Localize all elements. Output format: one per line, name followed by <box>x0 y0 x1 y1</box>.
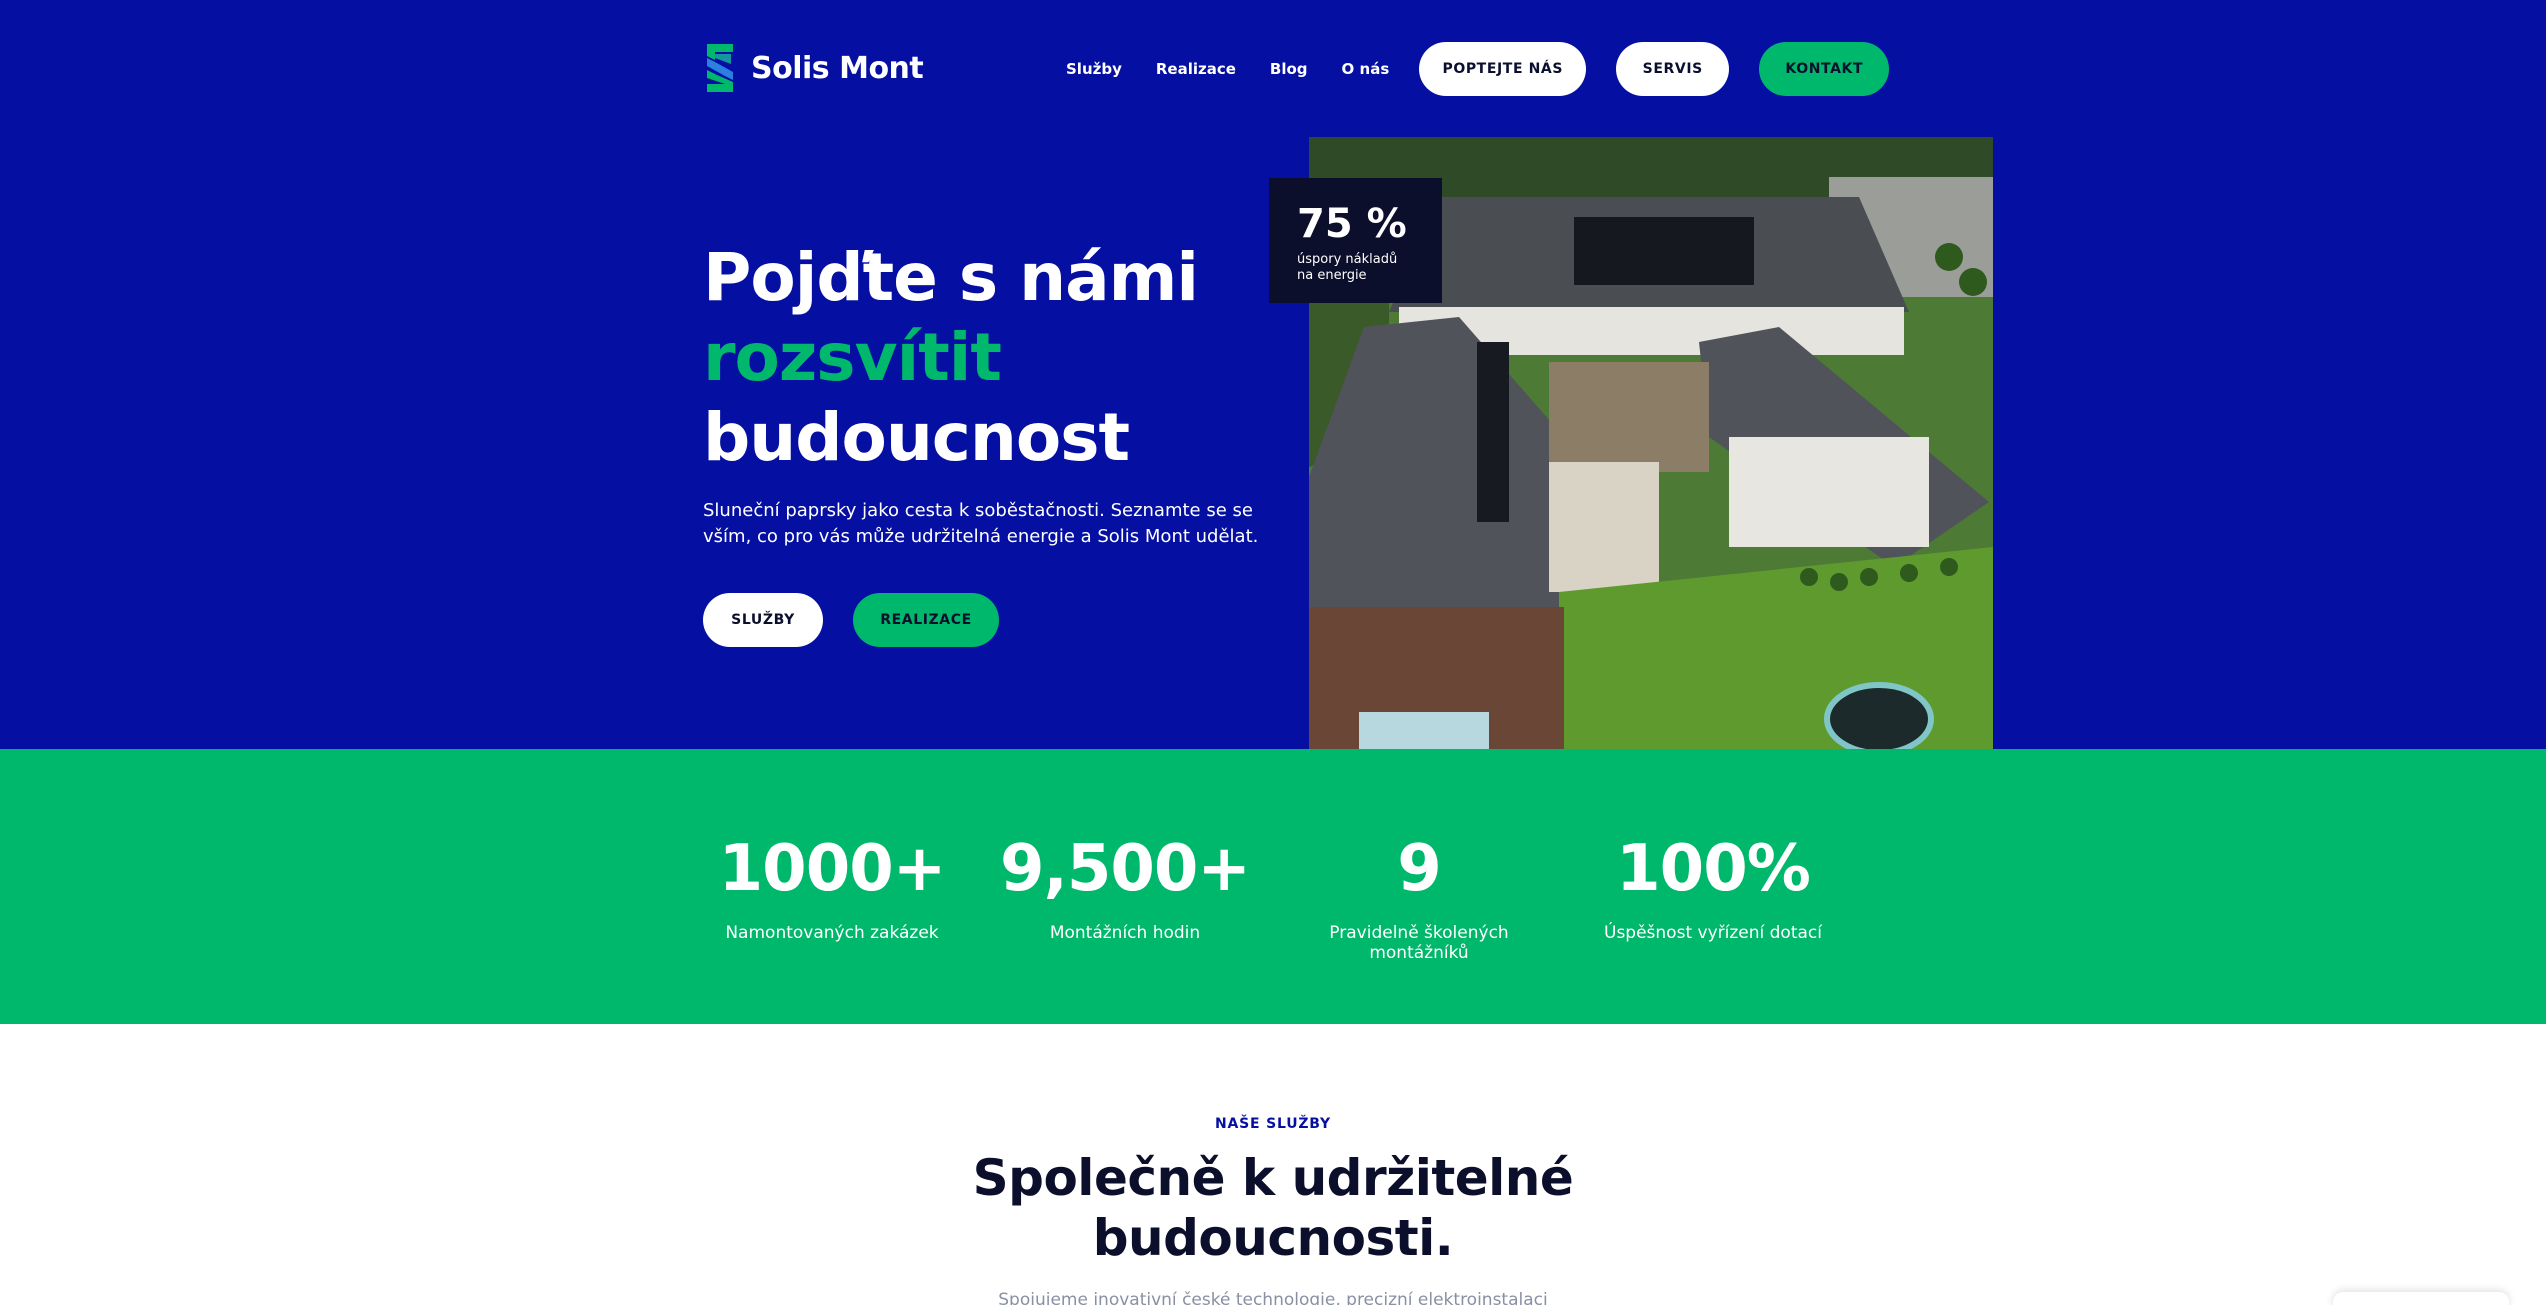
headline-line-3: budoucnost <box>703 399 1130 476</box>
stat-item: 100% Úspěšnost vyřízení dotací <box>1583 829 1843 943</box>
stat-item: 9 Pravidelně školených montážníků <box>1289 829 1549 963</box>
stat-value: 1000+ <box>718 832 947 906</box>
stat-label: Namontovaných zakázek <box>725 923 939 943</box>
services-button[interactable]: SLUŽBY <box>703 593 823 647</box>
hero-buttons: SLUŽBY REALIZACE <box>703 593 999 647</box>
stat-label: Montážních hodin <box>1049 923 1201 943</box>
nav-item-blog[interactable]: Blog <box>1270 60 1308 78</box>
savings-value: 75 % <box>1297 201 1407 247</box>
brand-name: Solis Mont <box>751 50 924 86</box>
contact-button[interactable]: KONTAKT <box>1759 42 1890 96</box>
stat-value: 100% <box>1616 832 1811 906</box>
nav-item-realizace[interactable]: Realizace <box>1156 60 1236 78</box>
services-title: Společně k udržitelné budoucnosti. <box>0 1148 2546 1268</box>
services-eyebrow: NAŠE SLUŽBY <box>1215 1116 1331 1132</box>
services-title-line-2: budoucnosti. <box>1092 1209 1454 1267</box>
hero-headline: Pojďte s námi rozsvítit budoucnost <box>703 238 1199 478</box>
hero-section <box>0 0 2546 749</box>
headline-accent: rozsvítit <box>703 319 1002 396</box>
nav-item-sluzby[interactable]: Služby <box>1066 60 1122 78</box>
services-subtitle: Spojujeme inovativní české technologie, … <box>998 1290 1548 1305</box>
logo-icon <box>707 44 733 92</box>
chat-widget[interactable] <box>2333 1292 2509 1305</box>
savings-badge: 75 % úspory nákladů na energie <box>1269 178 1442 303</box>
stat-label: Úspěšnost vyřízení dotací <box>1604 923 1822 943</box>
stat-value: 9,500+ <box>999 832 1251 906</box>
projects-button[interactable]: REALIZACE <box>853 593 999 647</box>
nav-item-o-nas[interactable]: O nás <box>1342 60 1390 78</box>
headline-line-1: Pojďte s námi <box>703 239 1199 316</box>
hero-lead: Sluneční paprsky jako cesta k soběstačno… <box>703 500 1259 547</box>
stat-label: Pravidelně školených montážníků <box>1329 923 1509 963</box>
services-title-line-1: Společně k udržitelné <box>972 1149 1574 1207</box>
stat-item: 1000+ Namontovaných zakázek <box>702 829 962 943</box>
savings-label: úspory nákladů na energie <box>1297 252 1398 283</box>
quote-button[interactable]: POPTEJTE NÁS <box>1419 42 1587 96</box>
stat-item: 9,500+ Montážních hodin <box>995 829 1255 943</box>
servis-button[interactable]: SERVIS <box>1616 42 1730 96</box>
main-nav: Služby Realizace Blog O nás POPTEJTE NÁS… <box>1066 42 1890 96</box>
stat-value: 9 <box>1397 832 1442 906</box>
stats-section: 1000+ Namontovaných zakázek 9,500+ Montá… <box>0 749 2546 1024</box>
brand-logo[interactable]: Solis Mont <box>703 42 924 94</box>
